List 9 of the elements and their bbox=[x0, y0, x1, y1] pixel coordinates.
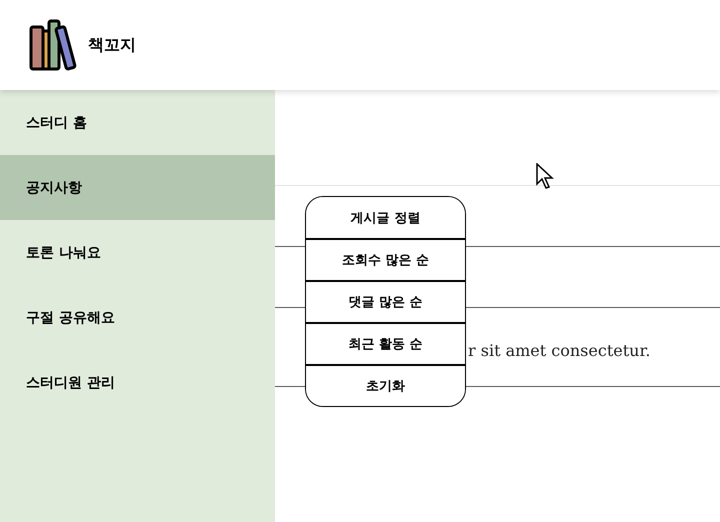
sidebar-item[interactable]: 구절 공유해요 bbox=[0, 285, 275, 350]
post-text: r sit amet consectetur. bbox=[468, 340, 650, 360]
cursor-icon bbox=[536, 163, 556, 191]
sidebar-item[interactable]: 공지사항 bbox=[0, 155, 275, 220]
logo-text[interactable]: 책꼬지 bbox=[88, 34, 136, 56]
sidebar-item[interactable]: 토론 나눠요 bbox=[0, 220, 275, 285]
sidebar-item[interactable]: 스터디 홈 bbox=[0, 90, 275, 155]
sort-option[interactable]: 초기화 bbox=[306, 364, 465, 406]
sidebar-item[interactable]: 스터디원 관리 bbox=[0, 350, 275, 415]
